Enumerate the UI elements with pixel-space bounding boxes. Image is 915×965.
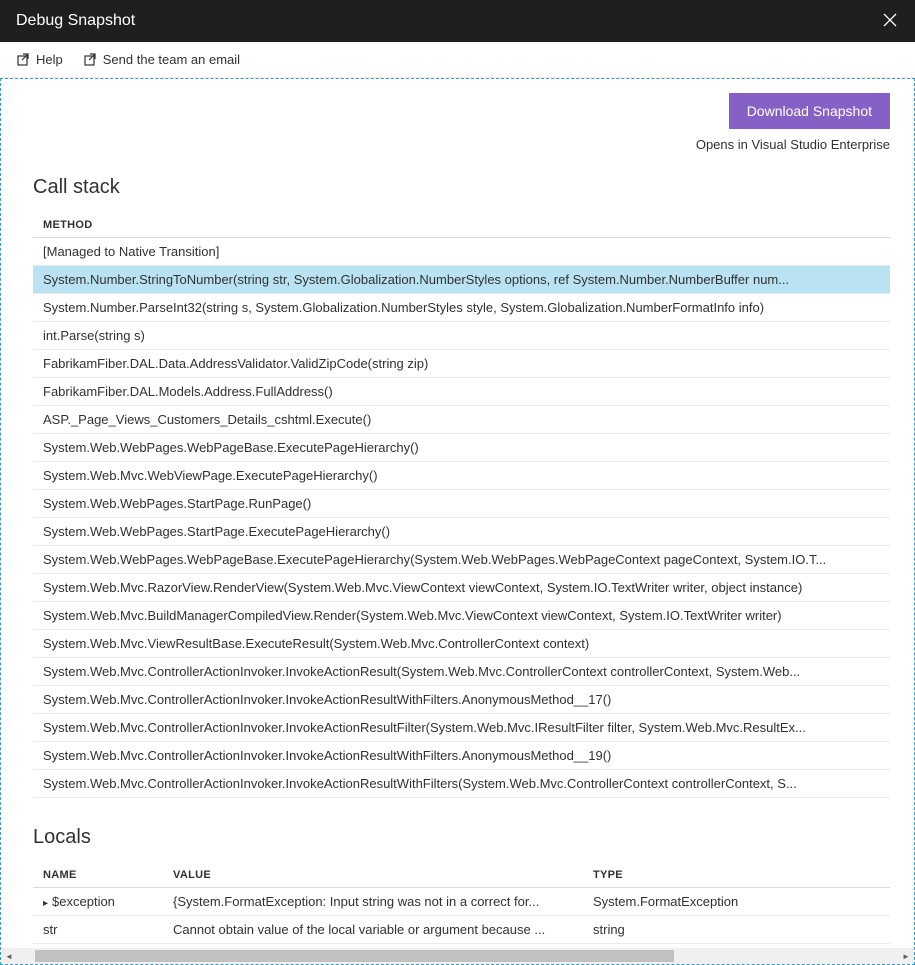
callstack-row[interactable]: System.Web.Mvc.ControllerActionInvoker.I…: [33, 742, 890, 770]
locals-value: Cannot obtain value of the local variabl…: [163, 916, 583, 944]
content-panel: Download Snapshot Opens in Visual Studio…: [0, 78, 915, 965]
expand-caret-icon[interactable]: ▸: [43, 898, 48, 909]
callstack-row[interactable]: System.Web.WebPages.WebPageBase.ExecuteP…: [33, 434, 890, 462]
external-link-icon: [16, 53, 30, 67]
callstack-method[interactable]: System.Web.Mvc.BuildManagerCompiledView.…: [33, 602, 890, 630]
callstack-method[interactable]: System.Web.Mvc.ControllerActionInvoker.I…: [33, 686, 890, 714]
callstack-method[interactable]: System.Web.Mvc.WebViewPage.ExecutePageHi…: [33, 462, 890, 490]
callstack-method[interactable]: System.Web.Mvc.ControllerActionInvoker.I…: [33, 714, 890, 742]
content-scroll[interactable]: Download Snapshot Opens in Visual Studio…: [1, 79, 914, 948]
callstack-row[interactable]: FabrikamFiber.DAL.Data.AddressValidator.…: [33, 350, 890, 378]
callstack-row[interactable]: System.Number.ParseInt32(string s, Syste…: [33, 294, 890, 322]
callstack-method[interactable]: System.Web.Mvc.ViewResultBase.ExecuteRes…: [33, 630, 890, 658]
callstack-table: METHOD [Managed to Native Transition]Sys…: [33, 213, 890, 798]
locals-col-type: TYPE: [583, 863, 890, 888]
scroll-right-arrow[interactable]: ►: [898, 952, 914, 961]
callstack-row[interactable]: System.Web.Mvc.ViewResultBase.ExecuteRes…: [33, 630, 890, 658]
callstack-method[interactable]: System.Web.Mvc.ControllerActionInvoker.I…: [33, 742, 890, 770]
callstack-title: Call stack: [33, 176, 890, 199]
callstack-method[interactable]: FabrikamFiber.DAL.Data.AddressValidator.…: [33, 350, 890, 378]
scroll-thumb[interactable]: [35, 950, 674, 962]
email-label: Send the team an email: [103, 52, 240, 67]
toolbar: Help Send the team an email: [0, 42, 915, 78]
callstack-row[interactable]: System.Web.WebPages.StartPage.ExecutePag…: [33, 518, 890, 546]
locals-row[interactable]: ▸$exception{System.FormatException: Inpu…: [33, 888, 890, 916]
locals-name[interactable]: ▸$exception: [33, 888, 163, 916]
callstack-method[interactable]: System.Web.WebPages.WebPageBase.ExecuteP…: [33, 434, 890, 462]
callstack-method[interactable]: System.Web.WebPages.WebPageBase.ExecuteP…: [33, 546, 890, 574]
callstack-method[interactable]: System.Web.Mvc.RazorView.RenderView(Syst…: [33, 574, 890, 602]
locals-title: Locals: [33, 826, 890, 849]
download-snapshot-button[interactable]: Download Snapshot: [729, 93, 890, 129]
callstack-row[interactable]: int.Parse(string s): [33, 322, 890, 350]
callstack-row[interactable]: FabrikamFiber.DAL.Models.Address.FullAdd…: [33, 378, 890, 406]
callstack-row[interactable]: System.Web.Mvc.BuildManagerCompiledView.…: [33, 602, 890, 630]
callstack-row[interactable]: System.Web.Mvc.ControllerActionInvoker.I…: [33, 714, 890, 742]
close-button[interactable]: [877, 7, 903, 36]
callstack-row[interactable]: System.Web.Mvc.ControllerActionInvoker.I…: [33, 770, 890, 798]
locals-type: System.FormatException: [583, 888, 890, 916]
window-title: Debug Snapshot: [16, 12, 135, 30]
callstack-method[interactable]: System.Number.StringToNumber(string str,…: [33, 266, 890, 294]
locals-row[interactable]: strCannot obtain value of the local vari…: [33, 916, 890, 944]
horizontal-scrollbar[interactable]: ◄ ►: [1, 948, 914, 964]
callstack-method[interactable]: System.Web.WebPages.StartPage.ExecutePag…: [33, 518, 890, 546]
callstack-row[interactable]: System.Web.Mvc.RazorView.RenderView(Syst…: [33, 574, 890, 602]
external-link-icon: [83, 53, 97, 67]
download-caption: Opens in Visual Studio Enterprise: [33, 137, 890, 152]
email-link[interactable]: Send the team an email: [83, 52, 240, 67]
scroll-left-arrow[interactable]: ◄: [1, 952, 17, 961]
help-label: Help: [36, 52, 63, 67]
locals-col-name: NAME: [33, 863, 163, 888]
locals-value: {System.FormatException: Input string wa…: [163, 888, 583, 916]
callstack-method[interactable]: int.Parse(string s): [33, 322, 890, 350]
callstack-method[interactable]: FabrikamFiber.DAL.Models.Address.FullAdd…: [33, 378, 890, 406]
callstack-method[interactable]: System.Number.ParseInt32(string s, Syste…: [33, 294, 890, 322]
title-bar: Debug Snapshot: [0, 0, 915, 42]
callstack-method[interactable]: System.Web.Mvc.ControllerActionInvoker.I…: [33, 770, 890, 798]
callstack-row[interactable]: ASP._Page_Views_Customers_Details_cshtml…: [33, 406, 890, 434]
locals-col-value: VALUE: [163, 863, 583, 888]
callstack-method[interactable]: System.Web.Mvc.ControllerActionInvoker.I…: [33, 658, 890, 686]
callstack-method[interactable]: [Managed to Native Transition]: [33, 238, 890, 266]
locals-type: string: [583, 916, 890, 944]
callstack-row[interactable]: [Managed to Native Transition]: [33, 238, 890, 266]
locals-table: NAME VALUE TYPE ▸$exception{System.Forma…: [33, 863, 890, 948]
callstack-row[interactable]: System.Web.Mvc.ControllerActionInvoker.I…: [33, 658, 890, 686]
callstack-col-method: METHOD: [33, 213, 890, 238]
callstack-row[interactable]: System.Web.WebPages.WebPageBase.ExecuteP…: [33, 546, 890, 574]
callstack-row[interactable]: System.Web.WebPages.StartPage.RunPage(): [33, 490, 890, 518]
callstack-row[interactable]: System.Web.Mvc.ControllerActionInvoker.I…: [33, 686, 890, 714]
callstack-row[interactable]: System.Number.StringToNumber(string str,…: [33, 266, 890, 294]
help-link[interactable]: Help: [16, 52, 63, 67]
callstack-row[interactable]: System.Web.Mvc.WebViewPage.ExecutePageHi…: [33, 462, 890, 490]
download-area: Download Snapshot Opens in Visual Studio…: [33, 93, 890, 152]
callstack-method[interactable]: ASP._Page_Views_Customers_Details_cshtml…: [33, 406, 890, 434]
locals-name[interactable]: str: [33, 916, 163, 944]
callstack-method[interactable]: System.Web.WebPages.StartPage.RunPage(): [33, 490, 890, 518]
